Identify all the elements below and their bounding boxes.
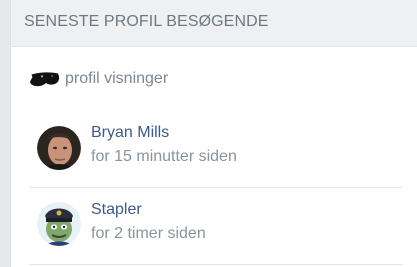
card-title: SENESTE PROFIL BESØGENDE — [11, 0, 417, 47]
visitor-name-link[interactable]: Bryan Mills — [91, 124, 169, 142]
recent-visitors-card: SENESTE PROFIL BESØGENDE profil visninge… — [10, 0, 417, 267]
profile-views-label: profil visninger — [65, 70, 169, 87]
profile-views-row: profil visninger — [28, 69, 168, 89]
visit-time: for 2 timer siden — [91, 225, 206, 242]
visitor-item[interactable]: Bryan Mills for 15 minutter siden — [29, 112, 403, 188]
cartoon-police-avatar-icon[interactable] — [37, 202, 81, 246]
visitor-item[interactable]: Stapler for 2 timer siden — [29, 189, 403, 265]
visitor-name-link[interactable]: Stapler — [91, 201, 142, 219]
redacted-count-icon — [28, 70, 62, 88]
visit-time: for 15 minutter siden — [91, 148, 237, 165]
person-avatar-icon[interactable] — [37, 126, 81, 170]
